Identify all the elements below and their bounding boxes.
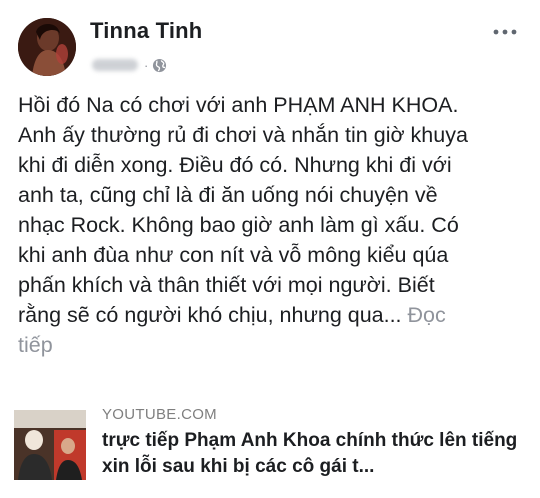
more-options-button[interactable] — [490, 20, 520, 44]
post-body: Hồi đó Na có chơi với anh PHẠM ANH KHOA.… — [18, 90, 528, 360]
avatar-photo — [18, 18, 76, 76]
globe-icon[interactable] — [152, 58, 167, 73]
post-body-text: Hồi đó Na có chơi với anh PHẠM ANH KHOA.… — [18, 93, 468, 327]
link-preview-card[interactable]: YOUTUBE.COM trực tiếp Phạm Anh Khoa chín… — [14, 400, 534, 490]
author-avatar[interactable] — [18, 18, 76, 76]
link-headline[interactable]: trực tiếp Phạm Anh Khoa chính thức lên t… — [102, 428, 532, 480]
facebook-post: Tinna Tinh · Hồi đó Na có chơi với anh P… — [0, 0, 540, 498]
more-horizontal-icon — [493, 29, 517, 35]
post-timestamp[interactable] — [92, 59, 138, 71]
author-name[interactable]: Tinna Tinh — [90, 18, 202, 44]
link-source-domain: YOUTUBE.COM — [102, 406, 217, 423]
link-thumbnail[interactable] — [14, 410, 86, 480]
post-meta: · — [92, 56, 167, 74]
video-thumbnail-image — [14, 410, 86, 480]
meta-separator: · — [144, 57, 149, 73]
